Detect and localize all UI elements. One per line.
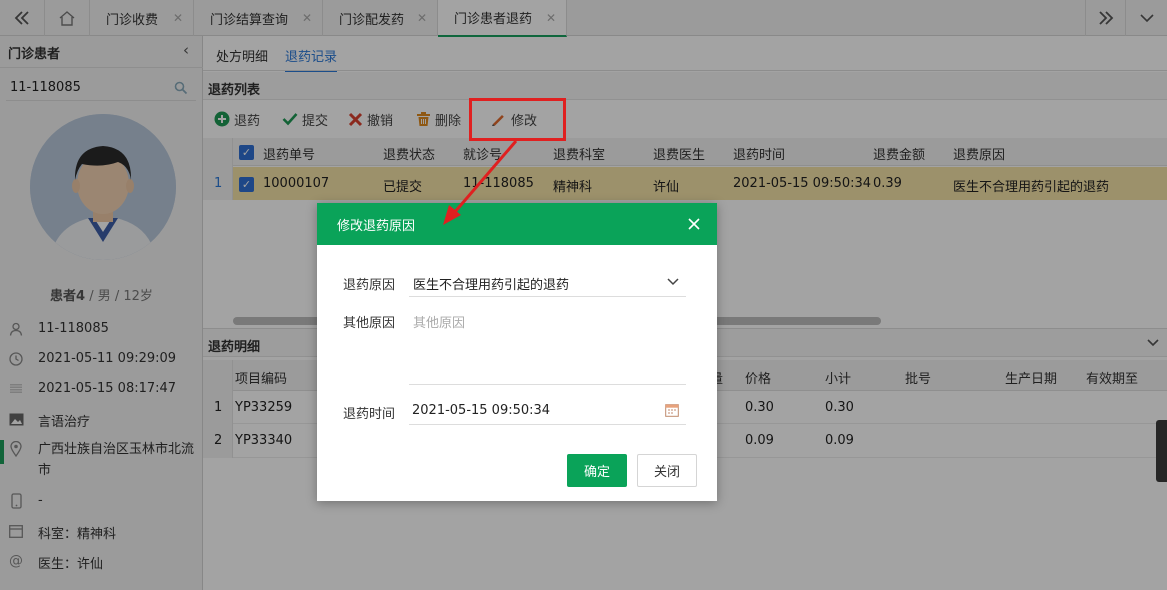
annotation-arrow xyxy=(443,140,518,225)
